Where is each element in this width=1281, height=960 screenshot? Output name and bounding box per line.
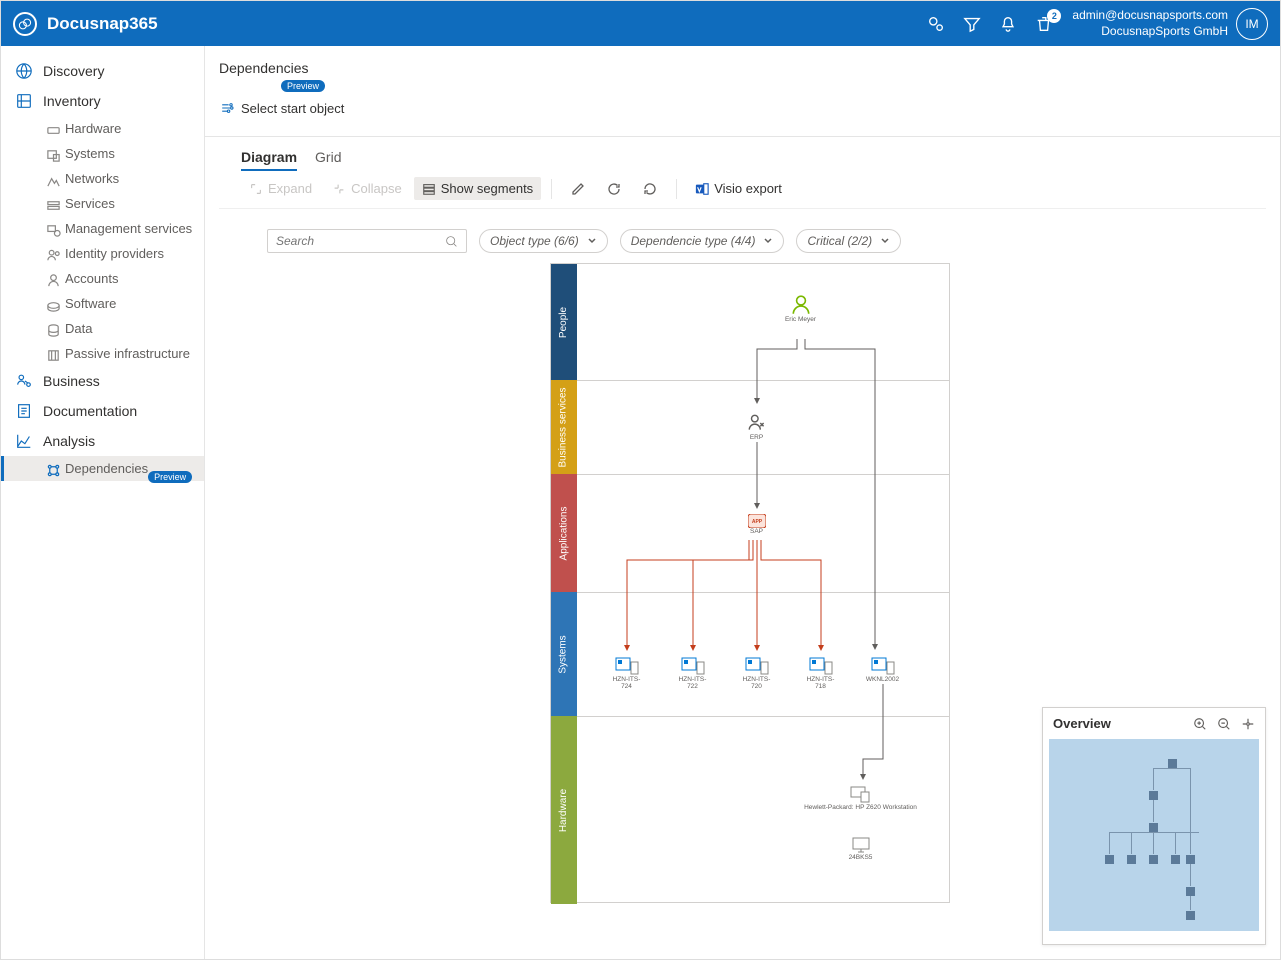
filter-dep-type[interactable]: Dependencie type (4/4)	[620, 229, 785, 253]
node-sys5[interactable]: WKNL2002	[865, 656, 901, 683]
software-icon	[45, 297, 61, 313]
nav-documentation[interactable]: Documentation	[1, 396, 204, 426]
nav-passive[interactable]: Passive infrastructure	[1, 341, 204, 366]
expand-button[interactable]: Expand	[241, 177, 320, 200]
idp-icon	[45, 247, 61, 263]
toolbar: Expand Collapse Show segments Visio expo…	[219, 177, 1266, 209]
user-info[interactable]: admin@docusnapsports.com DocusnapSports …	[1072, 8, 1228, 39]
show-segments-button[interactable]: Show segments	[414, 177, 542, 200]
dependencies-icon	[45, 462, 61, 478]
nav-software[interactable]: Software	[1, 291, 204, 316]
nav-services[interactable]: Services	[1, 191, 204, 216]
overview-title: Overview	[1053, 716, 1111, 731]
systems-icon	[45, 147, 61, 163]
select-start-button[interactable]: Select start object	[219, 100, 1280, 116]
services-icon	[45, 197, 61, 213]
nav-idp[interactable]: Identity providers	[1, 241, 204, 266]
nav-business[interactable]: Business	[1, 366, 204, 396]
overview-panel: Overview	[1042, 707, 1266, 945]
filter-icon[interactable]	[963, 15, 981, 33]
nav-hardware[interactable]: Hardware	[1, 116, 204, 141]
passive-icon	[45, 347, 61, 363]
notification-badge: 2	[1047, 9, 1061, 23]
segment-hardware: Hardware	[551, 716, 577, 904]
tenant-name: DocusnapSports GmbH	[1072, 24, 1228, 40]
nav-data[interactable]: Data	[1, 316, 204, 341]
edit-icon[interactable]	[570, 181, 586, 197]
page-preview-badge: Preview	[281, 80, 325, 92]
collapse-button[interactable]: Collapse	[324, 177, 410, 200]
segment-applications: Applications	[551, 474, 577, 592]
nav-accounts[interactable]: Accounts	[1, 266, 204, 291]
tab-diagram[interactable]: Diagram	[241, 145, 297, 171]
search-input[interactable]	[267, 229, 467, 253]
trash-icon[interactable]: 2	[1035, 15, 1053, 33]
mgmt-icon	[45, 222, 61, 238]
settings-icon[interactable]	[927, 15, 945, 33]
analysis-icon	[15, 432, 33, 450]
diagram[interactable]: People Business services Applications Sy…	[550, 263, 950, 903]
zoom-out-icon[interactable]	[1217, 717, 1231, 731]
fit-icon[interactable]	[1241, 717, 1255, 731]
node-sap[interactable]: APPSAP	[745, 514, 769, 535]
business-icon	[15, 372, 33, 390]
globe-icon	[15, 62, 33, 80]
nav-systems[interactable]: Systems	[1, 141, 204, 166]
node-hw2[interactable]: 24BKS5	[843, 836, 879, 861]
networks-icon	[45, 172, 61, 188]
node-erp[interactable]: ERP	[737, 412, 777, 441]
tabs: Diagram Grid	[219, 145, 1280, 171]
undo-icon[interactable]	[642, 181, 658, 197]
app-title: Docusnap365	[47, 14, 158, 34]
segment-business-services: Business services	[551, 380, 577, 474]
filter-object-type[interactable]: Object type (6/6)	[479, 229, 608, 253]
nav-mgmt[interactable]: Management services	[1, 216, 204, 241]
app-logo	[13, 12, 37, 36]
tab-grid[interactable]: Grid	[315, 145, 341, 171]
bell-icon[interactable]	[999, 15, 1017, 33]
inventory-icon	[15, 92, 33, 110]
hardware-icon	[45, 122, 61, 138]
filter-critical[interactable]: Critical (2/2)	[796, 229, 901, 253]
node-sys1[interactable]: HZN-ITS-724	[609, 656, 645, 690]
preview-badge: Preview	[148, 471, 192, 483]
accounts-icon	[45, 272, 61, 288]
nav-inventory[interactable]: Inventory	[1, 86, 204, 116]
nav-analysis[interactable]: Analysis	[1, 426, 204, 456]
data-icon	[45, 322, 61, 338]
user-email: admin@docusnapsports.com	[1072, 8, 1228, 24]
nav-discovery[interactable]: Discovery	[1, 56, 204, 86]
nav-networks[interactable]: Networks	[1, 166, 204, 191]
app-header: Docusnap365 2 admin@docusnapsports.com D…	[1, 1, 1280, 46]
node-sys3[interactable]: HZN-ITS-720	[739, 656, 775, 690]
page-title: Dependencies Preview	[219, 60, 1280, 92]
svg-text:APP: APP	[751, 519, 762, 525]
nav-dependencies[interactable]: DependenciesPreview	[1, 456, 204, 481]
content: Dependencies Preview Select start object…	[205, 46, 1280, 959]
segment-systems: Systems	[551, 592, 577, 716]
zoom-in-icon[interactable]	[1193, 717, 1207, 731]
node-person[interactable]: Eric Meyer	[781, 294, 821, 323]
node-sys2[interactable]: HZN-ITS-722	[675, 656, 711, 690]
node-sys4[interactable]: HZN-ITS-718	[803, 656, 839, 690]
avatar[interactable]: IM	[1236, 8, 1268, 40]
visio-export-button[interactable]: Visio export	[687, 177, 790, 200]
segment-people: People	[551, 264, 577, 380]
refresh-icon[interactable]	[606, 181, 622, 197]
documentation-icon	[15, 402, 33, 420]
overview-minimap[interactable]	[1049, 739, 1259, 931]
sidebar: Discovery Inventory Hardware Systems Net…	[1, 46, 205, 959]
filter-row: Object type (6/6) Dependencie type (4/4)…	[219, 209, 1280, 263]
node-hw1[interactable]: Hewlett-Packard: HP Z620 Workstation	[801, 784, 921, 811]
